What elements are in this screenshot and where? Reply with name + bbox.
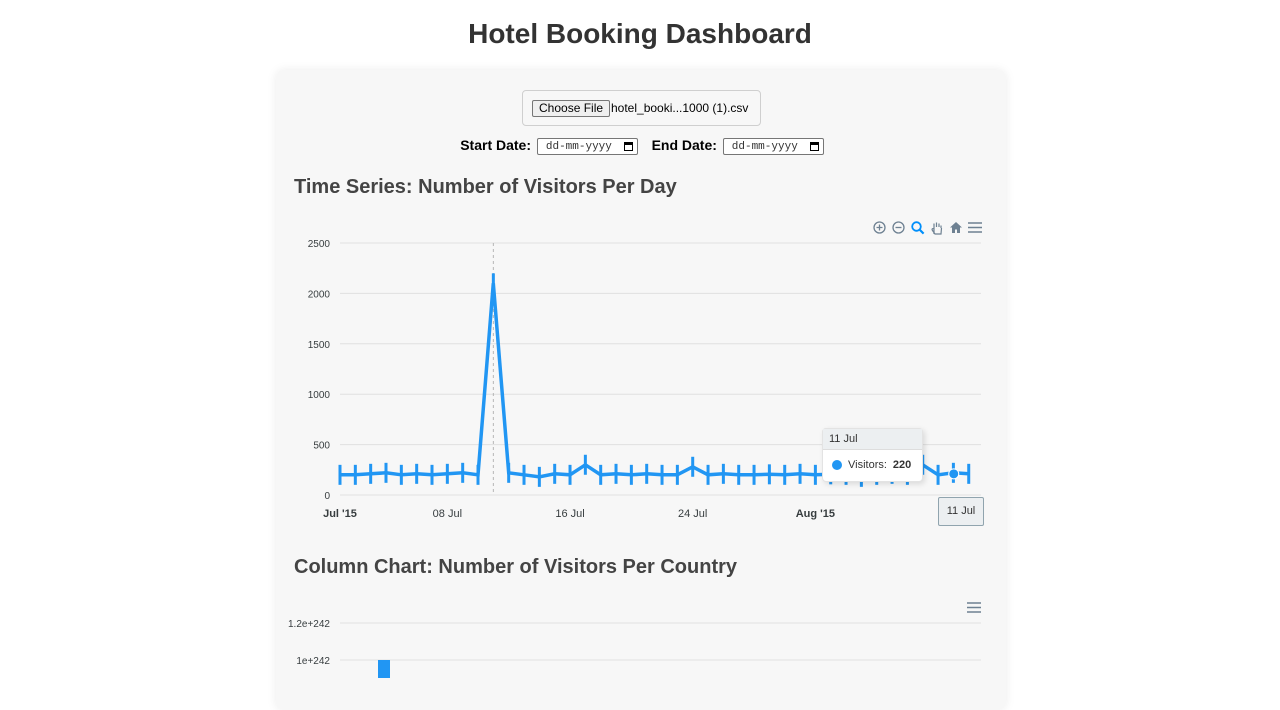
x-tick-label: Jul '15 (323, 508, 357, 520)
date-filter-row: Start Date: dd-mm-yyyy End Date: dd-mm-y… (276, 137, 1006, 155)
file-name: hotel_booki...1000 (1).csv (611, 101, 749, 115)
x-tick-label: 24 Jul (678, 508, 707, 520)
y-tick-label: 1.2e+242 (288, 619, 330, 630)
hover-marker (948, 468, 960, 480)
chart2-title: Column Chart: Number of Visitors Per Cou… (294, 556, 738, 578)
x-tick-label: 16 Jul (555, 508, 584, 520)
crosshair-x-label: 11 Jul (938, 497, 984, 526)
tooltip-value: 220 (892, 459, 912, 471)
tooltip-series: Visitors: (848, 459, 887, 471)
page-title: Hotel Booking Dashboard (468, 18, 812, 49)
start-date-input[interactable]: dd-mm-yyyy (536, 137, 638, 155)
choose-file-button[interactable]: Choose File (532, 100, 611, 117)
calendar-icon[interactable] (623, 141, 633, 151)
y-tick-label: 1e+242 (296, 656, 330, 667)
calendar-icon[interactable] (809, 141, 819, 151)
tooltip-marker-icon (832, 460, 842, 470)
y-tick-label: 500 (313, 441, 330, 452)
start-date-label: Start Date: (460, 137, 531, 153)
chart1-tooltip: 11 Jul Visitors: 220 (822, 428, 923, 482)
end-date-label: End Date: (651, 137, 717, 153)
y-tick-label: 1500 (308, 340, 331, 351)
chart1-title: Time Series: Number of Visitors Per Day (294, 176, 677, 198)
chart2-svg[interactable]: 1.2e+242 1e+242 (276, 608, 1006, 678)
file-input[interactable]: Choose File hotel_booki...1000 (1).csv (522, 90, 761, 126)
end-date-placeholder: dd-mm-yyyy (731, 140, 798, 153)
start-date-placeholder: dd-mm-yyyy (545, 140, 612, 153)
end-date-input[interactable]: dd-mm-yyyy (722, 137, 824, 155)
y-tick-label: 1000 (308, 390, 331, 401)
bar (378, 660, 390, 678)
y-tick-label: 0 (324, 491, 330, 502)
y-tick-label: 2000 (308, 289, 331, 300)
x-tick-label: 08 Jul (433, 508, 462, 520)
chart1-svg[interactable]: 0 500 1000 1500 2000 2500 Jul '15 08 Jul 16 Jul 2… (276, 228, 1006, 528)
dashboard-card: Choose File hotel_booki...1000 (1).csv S… (276, 70, 1006, 710)
tooltip-date: 11 Jul (823, 429, 922, 450)
y-tick-label: 2500 (308, 239, 331, 250)
x-tick-label: Aug '15 (796, 508, 835, 520)
